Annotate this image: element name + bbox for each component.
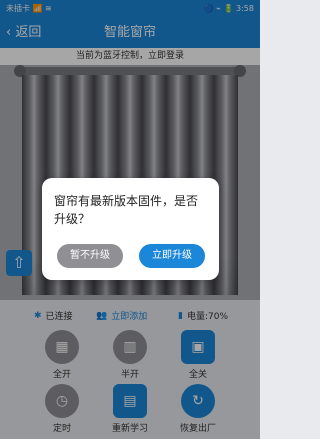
dialog-message: 窗帘有最新版本固件，是否升级？: [54, 194, 199, 226]
upgrade-button[interactable]: 立即升级: [139, 244, 205, 268]
cancel-button[interactable]: 暂不升级: [57, 244, 123, 268]
firmware-update-dialog: 窗帘有最新版本固件，是否升级？ 暂不升级 立即升级: [42, 178, 219, 280]
